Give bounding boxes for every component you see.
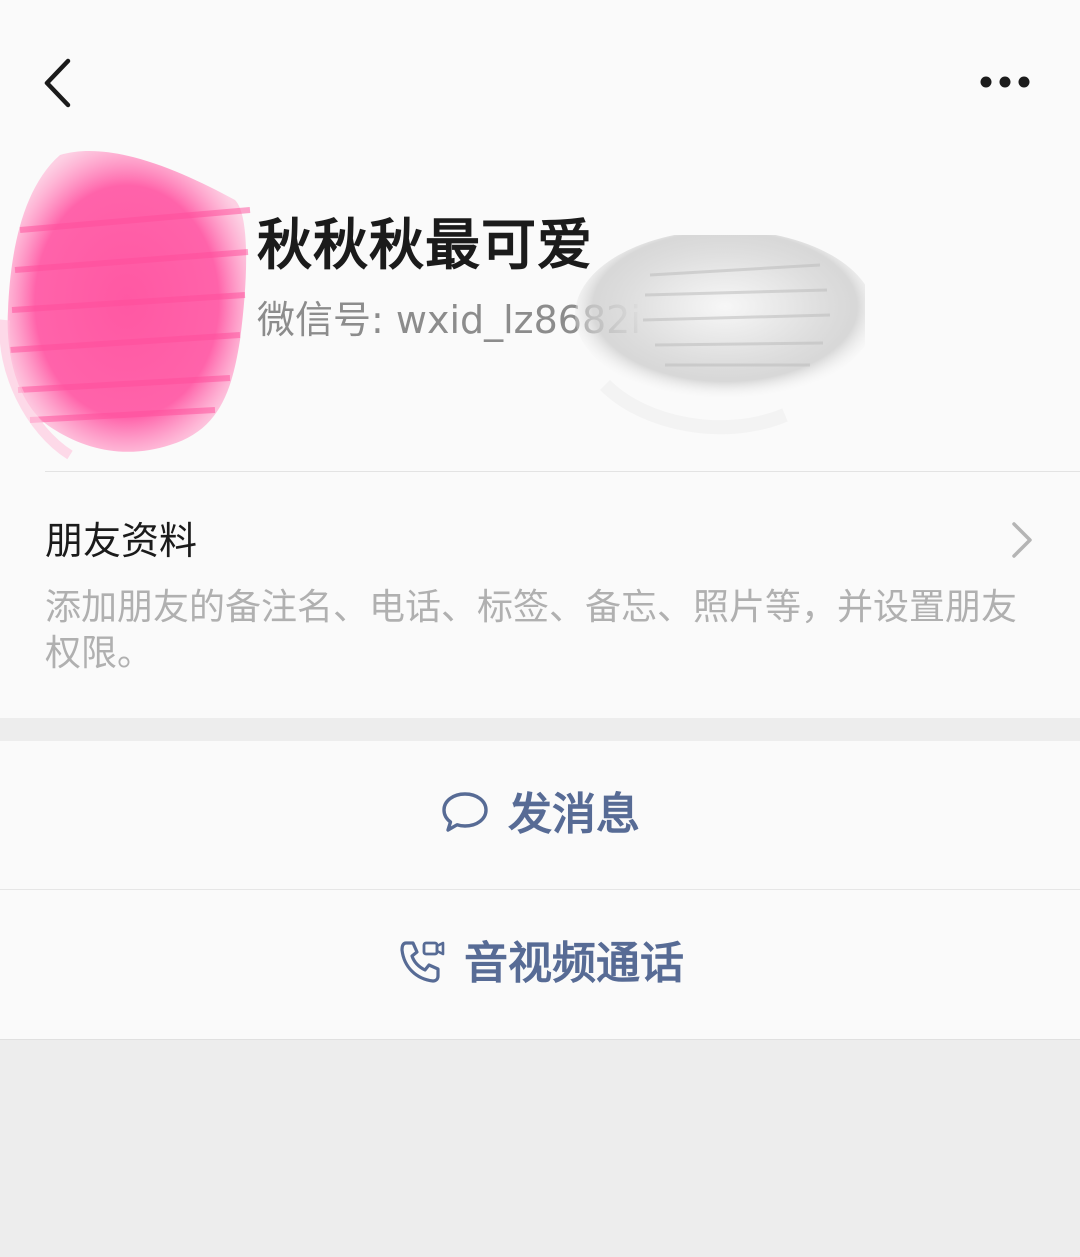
video-call-button[interactable]: 音视频通话 [0, 890, 1080, 1038]
chat-bubble-icon [440, 790, 490, 840]
chevron-right-icon [1006, 520, 1036, 560]
profile-panel: 秋秋秋最可爱 微信号: wxid_lz8682i 朋友资料 添加朋友的备注名、电… [0, 0, 1080, 718]
send-message-label: 发消息 [508, 789, 640, 840]
video-call-label: 音视频通话 [464, 938, 684, 989]
divider [0, 1039, 1080, 1040]
profile-name: 秋秋秋最可爱 [257, 213, 594, 277]
friend-info-title: 朋友资料 [45, 519, 198, 563]
chevron-left-icon [44, 58, 71, 108]
more-button[interactable] [966, 56, 1046, 108]
video-call-icon [396, 937, 446, 991]
back-button[interactable] [30, 50, 90, 116]
more-dots-icon [980, 76, 1030, 88]
friend-info-description: 添加朋友的备注名、电话、标签、备忘、照片等，并设置朋友权限。 [45, 587, 1018, 674]
actions-panel: 发消息 音视频通话 [0, 741, 1080, 1039]
friend-info-row[interactable]: 朋友资料 添加朋友的备注名、电话、标签、备忘、照片等，并设置朋友权限。 [0, 472, 1080, 718]
send-message-button[interactable]: 发消息 [0, 741, 1080, 889]
redaction-scribble [565, 230, 875, 445]
avatar[interactable] [0, 140, 260, 470]
